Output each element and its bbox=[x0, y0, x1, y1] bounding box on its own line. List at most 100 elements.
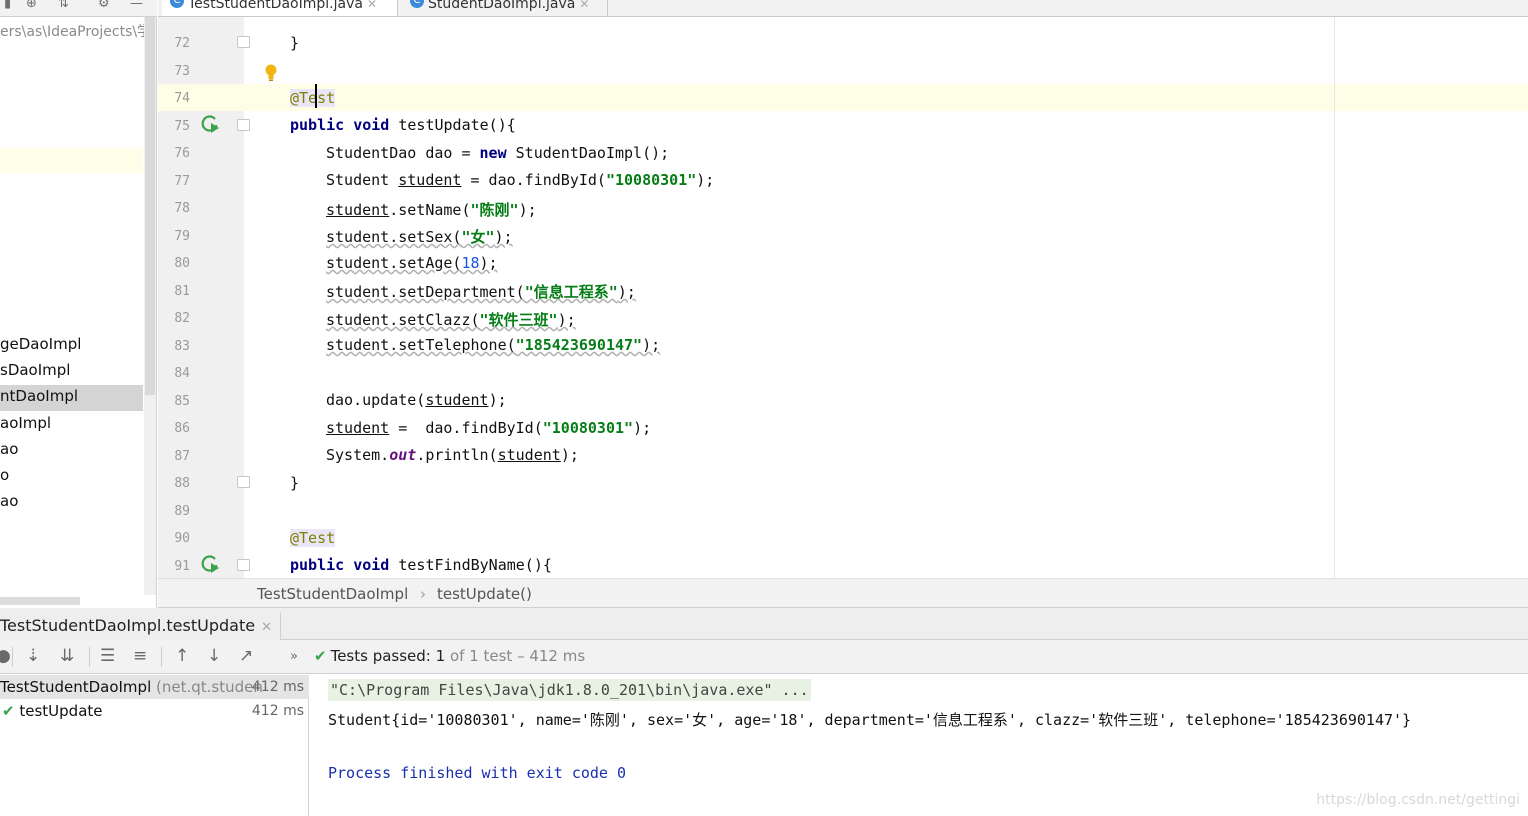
expand-all-icon[interactable]: ☰ bbox=[100, 646, 115, 666]
code-line-77: Student student = dao.findById("10080301… bbox=[326, 171, 715, 189]
project-item[interactable]: ao bbox=[0, 492, 18, 510]
fold-marker-icon[interactable] bbox=[237, 36, 250, 48]
line-number: 83 bbox=[174, 339, 190, 354]
line-number: 77 bbox=[174, 174, 190, 189]
tab-label: StudentDaoImpl.java bbox=[428, 0, 576, 12]
line-number: 75 bbox=[174, 119, 190, 134]
hide-icon[interactable]: — bbox=[130, 0, 143, 11]
right-margin-guide bbox=[1334, 17, 1335, 578]
fold-marker-icon[interactable] bbox=[237, 559, 250, 571]
code-line-88: } bbox=[290, 474, 300, 492]
test-child[interactable]: ✔ testUpdate bbox=[2, 702, 103, 720]
console-command[interactable]: "C:\Program Files\Java\jdk1.8.0_201\bin\… bbox=[328, 679, 811, 701]
code-line-74: @Test bbox=[290, 89, 336, 107]
line-number: 90 bbox=[174, 531, 190, 546]
line-number: 76 bbox=[174, 146, 190, 161]
toolbar-separator bbox=[89, 647, 90, 667]
toolbar-separator bbox=[161, 647, 162, 667]
next-failed-icon[interactable]: ↓ bbox=[207, 646, 221, 666]
run-tab[interactable]: TestStudentDaoImpl.testUpdate ✕ bbox=[0, 612, 281, 640]
code-line-85: dao.update(student); bbox=[326, 391, 507, 409]
line-number: 81 bbox=[174, 284, 190, 299]
test-tree: TestStudentDaoImpl (net.qt.studen 412 ms… bbox=[0, 675, 309, 816]
code-line-81: student.setDepartment("信息工程系"); bbox=[326, 283, 636, 301]
project-item[interactable]: geDaoImpl bbox=[0, 335, 81, 353]
fold-marker-icon[interactable] bbox=[237, 476, 250, 488]
close-icon[interactable]: ✕ bbox=[367, 0, 377, 11]
tab-student-dao-impl[interactable]: C StudentDaoImpl.java ✕ bbox=[402, 0, 608, 16]
project-item[interactable]: aoImpl bbox=[0, 414, 51, 432]
code-line-83: student.setTelephone("185423690147"); bbox=[326, 336, 661, 354]
code-line-80: student.setAge(18); bbox=[326, 254, 498, 272]
code-line-78: student.setName("陈刚"); bbox=[326, 201, 537, 219]
line-number: 86 bbox=[174, 421, 190, 436]
text-caret bbox=[315, 84, 317, 108]
line-number: 84 bbox=[174, 366, 190, 381]
gear-icon[interactable]: ⚙ bbox=[98, 0, 110, 11]
line-number: 80 bbox=[174, 256, 190, 271]
sort-alpha-icon[interactable]: ⇣ bbox=[26, 646, 40, 666]
line-number: 88 bbox=[174, 476, 190, 491]
test-child-time: 412 ms bbox=[251, 703, 304, 719]
export-icon[interactable]: ↗ bbox=[239, 646, 253, 666]
passed-count: 1 bbox=[435, 647, 446, 665]
current-line-highlight bbox=[158, 84, 1528, 111]
console-stdout: Student{id='10080301', name='陈刚', sex='女… bbox=[328, 711, 1412, 729]
line-number: 78 bbox=[174, 201, 190, 216]
line-number: 74 bbox=[174, 91, 190, 106]
breadcrumb-method[interactable]: testUpdate() bbox=[437, 585, 532, 603]
run-tab-label: TestStudentDaoImpl.testUpdate bbox=[0, 616, 256, 635]
sort-duration-icon[interactable]: ⇊ bbox=[60, 646, 74, 666]
fold-marker-icon[interactable] bbox=[237, 119, 250, 131]
close-icon[interactable]: ✕ bbox=[579, 0, 589, 11]
project-row-highlight bbox=[0, 148, 143, 173]
project-toolbar: ▮ ⊕ ⇅ ⚙ — bbox=[0, 0, 157, 17]
run-toolbar: ● ⇣ ⇊ ☰ ≡ ↑ ↓ ↗ » ✔ Tests passed: 1 of 1 … bbox=[0, 640, 1528, 674]
breadcrumb-separator: › bbox=[420, 585, 426, 603]
line-number: 82 bbox=[174, 311, 190, 326]
more-icon[interactable]: » bbox=[290, 649, 298, 664]
project-panel: ers\as\IdeaProjects\学 geDaoImpl sDaoImpl… bbox=[0, 17, 157, 608]
line-number: 89 bbox=[174, 504, 190, 519]
breadcrumb: TestStudentDaoImpl › testUpdate() bbox=[158, 578, 1528, 608]
console-output[interactable]: "C:\Program Files\Java\jdk1.8.0_201\bin\… bbox=[310, 675, 1528, 816]
breadcrumb-class[interactable]: TestStudentDaoImpl bbox=[257, 585, 408, 603]
run-test-icon[interactable] bbox=[200, 114, 220, 134]
scroll-from-source-icon[interactable]: ⇅ bbox=[58, 0, 69, 11]
class-icon: C bbox=[170, 0, 184, 8]
collapse-all-icon[interactable]: ≡ bbox=[133, 646, 147, 666]
project-item[interactable]: sDaoImpl bbox=[0, 361, 70, 379]
line-number: 73 bbox=[174, 64, 190, 79]
run-test-icon[interactable] bbox=[200, 554, 220, 574]
run-window-header: TestStudentDaoImpl.testUpdate ✕ bbox=[0, 608, 1528, 640]
code-line-75: public void testUpdate(){ bbox=[290, 116, 516, 134]
project-item-selected[interactable]: ntDaoImpl bbox=[0, 387, 78, 405]
collapse-icon[interactable]: ▮ bbox=[4, 0, 11, 11]
project-path: ers\as\IdeaProjects\学 bbox=[0, 24, 152, 40]
scrollbar-thumb[interactable] bbox=[145, 17, 155, 395]
previous-failed-icon[interactable]: ↑ bbox=[175, 646, 189, 666]
check-icon: ✔ bbox=[314, 647, 327, 665]
line-number: 85 bbox=[174, 394, 190, 409]
line-number: 87 bbox=[174, 449, 190, 464]
code-line-79: student.setSex("女"); bbox=[326, 228, 513, 246]
test-root-time: 412 ms bbox=[251, 679, 304, 695]
test-root[interactable]: TestStudentDaoImpl (net.qt.studen bbox=[0, 678, 263, 696]
code-line-82: student.setClazz("软件三班"); bbox=[326, 311, 576, 329]
code-line-86: student = dao.findById("10080301"); bbox=[326, 419, 652, 437]
rerun-icon[interactable]: ● bbox=[0, 646, 11, 666]
lightbulb-icon[interactable] bbox=[264, 64, 278, 82]
project-item[interactable]: o bbox=[0, 466, 9, 484]
tab-test-student-dao-impl[interactable]: C TestStudentDaoImpl.java ✕ bbox=[162, 0, 398, 16]
status-rest: of 1 test – 412 ms bbox=[449, 647, 586, 665]
code-line-76: StudentDao dao = new StudentDaoImpl(); bbox=[326, 144, 670, 162]
horizontal-scrollbar[interactable] bbox=[0, 597, 80, 605]
locate-icon[interactable]: ⊕ bbox=[26, 0, 37, 11]
close-icon[interactable]: ✕ bbox=[261, 620, 272, 635]
check-icon: ✔ bbox=[2, 702, 15, 720]
code-line-87: System.out.println(student); bbox=[326, 446, 579, 464]
code-line-90: @Test bbox=[290, 529, 336, 547]
editor-tabbar: C TestStudentDaoImpl.java ✕ C StudentDaoImp… bbox=[158, 0, 1528, 17]
project-item[interactable]: ao bbox=[0, 440, 18, 458]
line-number: 91 bbox=[174, 559, 190, 574]
